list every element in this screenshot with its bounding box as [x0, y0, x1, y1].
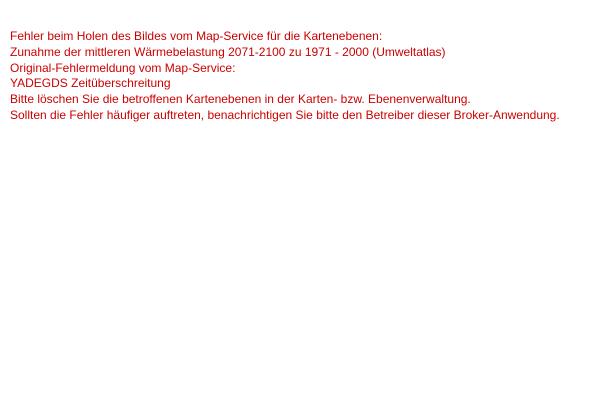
original-error-label: Original-Fehlermeldung vom Map-Service: — [10, 60, 236, 75]
original-error-text: YADEGDS Zeitüberschreitung — [10, 76, 171, 91]
error-heading: Fehler beim Holen des Bildes vom Map-Ser… — [10, 29, 383, 43]
remove-layers-instruction: Bitte löschen Sie die betroffenen Karten… — [10, 92, 471, 107]
affected-layer-name: Zunahme der mittleren Wärmebelastung 207… — [10, 44, 446, 59]
contact-operator-instruction: Sollten die Fehler häufiger auftreten, b… — [10, 107, 560, 122]
error-message-panel: Fehler beim Holen des Bildes vom Map-Ser… — [10, 29, 590, 124]
